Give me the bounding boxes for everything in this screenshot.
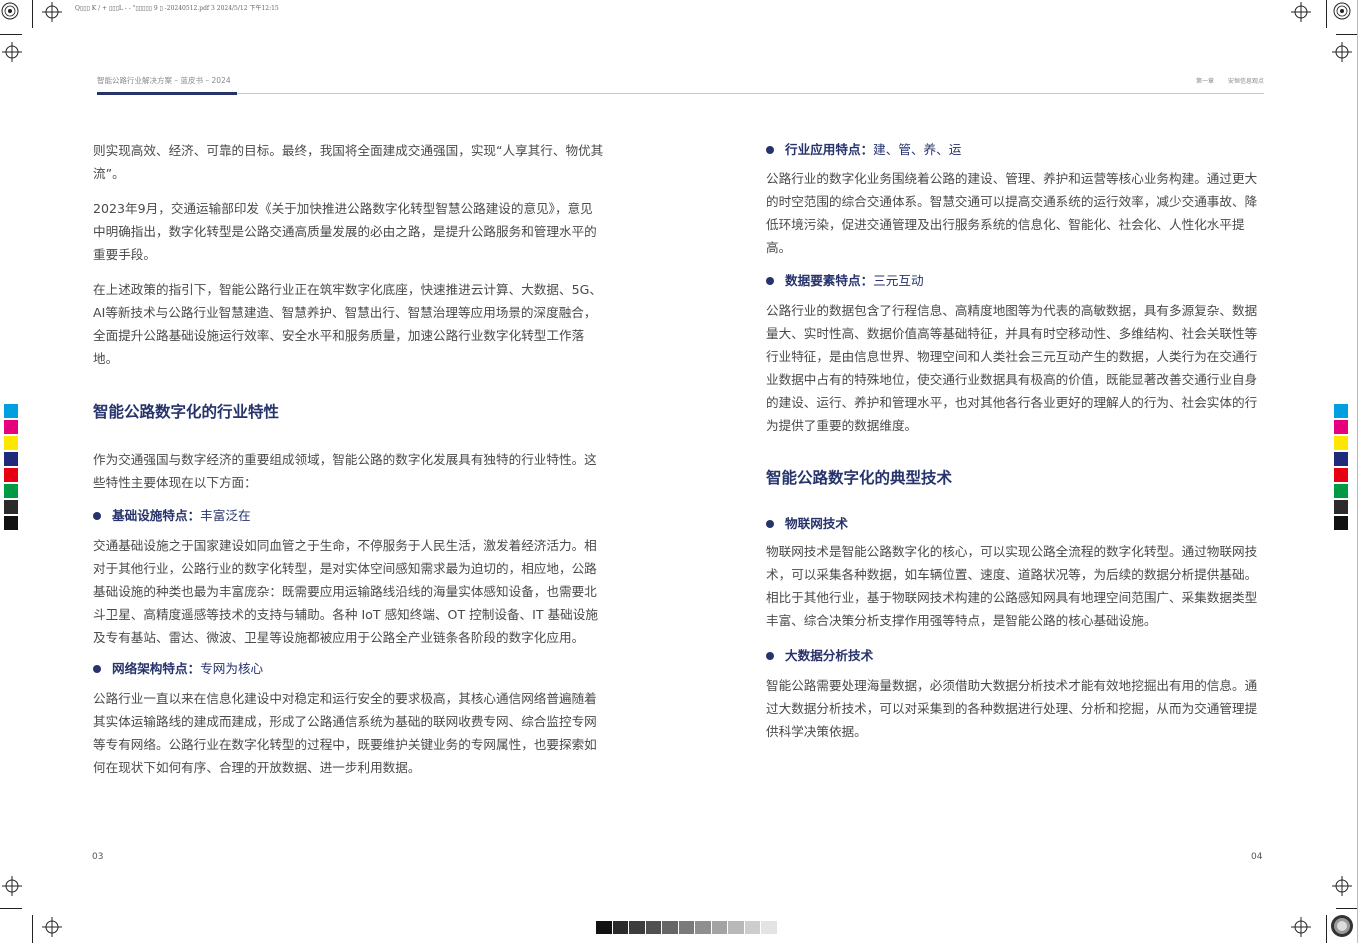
paragraph: 物联网技术是智能公路数字化的核心，可以实现公路全流程的数字化转型。通过物联网技术… bbox=[766, 544, 1258, 628]
bullet-key: 网络架构特点： bbox=[112, 661, 201, 676]
color-swatch bbox=[1334, 436, 1348, 450]
gray-swatch bbox=[596, 921, 612, 934]
color-swatch bbox=[1334, 484, 1348, 498]
bullet-dot-icon bbox=[766, 146, 774, 154]
paragraph: 交通基础设施之于国家建设如同血管之于生命，不停服务于人民生活，激发着经济活力。相… bbox=[93, 538, 598, 645]
registration-mark-icon bbox=[1, 2, 19, 20]
bullet-value: 建、管、养、运 bbox=[873, 142, 962, 157]
left-column: 则实现高效、经济、可靠的目标。最终，我国将全面建成交通强国，实现“人享其行、物优… bbox=[93, 139, 605, 789]
trim-mark bbox=[1336, 34, 1358, 35]
bullet-heading: 基础设施特点： 丰富泛在 bbox=[93, 506, 605, 526]
registration-mark-icon bbox=[1332, 42, 1352, 62]
color-swatch bbox=[4, 404, 18, 418]
running-header-left: 智能公路行业解决方案 – 蓝皮书 – 2024 bbox=[97, 76, 231, 85]
bullet-key: 基础设施特点： bbox=[112, 508, 201, 523]
registration-mark-icon bbox=[1291, 2, 1311, 22]
registration-mark-icon bbox=[1332, 876, 1352, 896]
trim-mark bbox=[32, 915, 33, 943]
gray-swatch bbox=[612, 921, 628, 934]
registration-mark-icon bbox=[42, 917, 62, 937]
trim-mark bbox=[0, 908, 22, 909]
header-rule bbox=[97, 93, 1264, 94]
gray-swatch bbox=[728, 921, 744, 934]
paragraph: 作为交通强国与数字经济的重要组成领域，智能公路的数字化发展具有独特的行业特性。这… bbox=[93, 452, 597, 490]
bullet-key: 物联网技术 bbox=[785, 516, 848, 531]
trim-mark bbox=[0, 34, 22, 35]
trim-mark bbox=[1336, 908, 1358, 909]
trim-mark bbox=[1326, 0, 1327, 28]
header-accent-bar bbox=[97, 92, 237, 95]
color-swatch bbox=[4, 516, 18, 530]
gray-swatch bbox=[744, 921, 760, 934]
color-swatch bbox=[1334, 516, 1348, 530]
bullet-heading: 大数据分析技术 bbox=[766, 646, 1266, 666]
gray-swatch bbox=[695, 921, 711, 934]
color-swatch bbox=[1334, 452, 1348, 466]
page-number-right: 04 bbox=[1251, 852, 1263, 862]
slug-line: Q▯▯▯ K / + ▯▯▯L - - "▯▯▯▯▯ 9 ▯ -20240512… bbox=[75, 5, 279, 12]
bullet-key: 数据要素特点： bbox=[785, 273, 874, 288]
bullet-key: 行业应用特点： bbox=[785, 142, 874, 157]
bullet-heading: 行业应用特点： 建、管、养、运 bbox=[766, 140, 1266, 160]
paragraph: 在上述政策的指引下，智能公路行业正在筑牢数字化底座，快速推进云计算、大数据、5G… bbox=[93, 282, 602, 366]
color-swatch bbox=[4, 452, 18, 466]
trim-mark bbox=[32, 0, 33, 28]
bullet-dot-icon bbox=[93, 512, 101, 520]
paragraph: 2023年9月，交通运输部印发《关于加快推进公路数字化转型智慧公路建设的意见》，… bbox=[93, 201, 597, 262]
gray-swatch bbox=[761, 921, 777, 934]
registration-mark-icon bbox=[1331, 915, 1353, 937]
gray-scale-bar bbox=[596, 921, 778, 934]
bullet-dot-icon bbox=[93, 665, 101, 673]
registration-mark-icon bbox=[1291, 917, 1311, 937]
paragraph: 公路行业的数据包含了行程信息、高精度地图等为代表的高敏数据，具有多源复杂、数据量… bbox=[766, 303, 1258, 433]
registration-mark-icon bbox=[42, 2, 62, 22]
color-swatch bbox=[4, 420, 18, 434]
paragraph: 智能公路需要处理海量数据，必须借助大数据分析技术才能有效地挖掘出有用的信息。通过… bbox=[766, 678, 1258, 739]
color-swatch bbox=[4, 484, 18, 498]
bullet-key: 大数据分析技术 bbox=[785, 648, 874, 663]
color-bar-right bbox=[1334, 404, 1348, 532]
paragraph: 公路行业一直以来在信息化建设中对稳定和运行安全的要求极高，其核心通信网络普遍随着… bbox=[93, 691, 597, 775]
bullet-value: 三元互动 bbox=[873, 273, 924, 288]
registration-mark-icon bbox=[1333, 2, 1351, 20]
page-number-left: 03 bbox=[92, 852, 104, 862]
bullet-dot-icon bbox=[766, 277, 774, 285]
registration-mark-icon bbox=[2, 876, 22, 896]
color-swatch bbox=[4, 436, 18, 450]
running-header-right: 第一章 安恒信息观点 bbox=[1184, 76, 1264, 85]
color-swatch bbox=[1334, 404, 1348, 418]
color-bar-left bbox=[4, 404, 18, 532]
section-heading: 智能公路数字化的典型技术 bbox=[766, 469, 953, 487]
section-heading: 智能公路数字化的行业特性 bbox=[93, 403, 280, 421]
gray-swatch bbox=[662, 921, 678, 934]
paragraph: 则实现高效、经济、可靠的目标。最终，我国将全面建成交通强国，实现“人享其行、物优… bbox=[93, 143, 604, 181]
bullet-value: 专网为核心 bbox=[200, 661, 264, 676]
color-swatch bbox=[4, 468, 18, 482]
gray-swatch bbox=[645, 921, 661, 934]
chapter-title: 安恒信息观点 bbox=[1227, 78, 1264, 85]
bullet-value: 丰富泛在 bbox=[200, 508, 251, 523]
color-swatch bbox=[1334, 500, 1348, 514]
chapter-label: 第一章 bbox=[1196, 78, 1215, 85]
color-swatch bbox=[4, 500, 18, 514]
trim-mark bbox=[1326, 915, 1327, 943]
gray-swatch bbox=[711, 921, 727, 934]
bullet-heading: 数据要素特点： 三元互动 bbox=[766, 271, 1266, 291]
gray-swatch bbox=[629, 921, 645, 934]
gray-swatch bbox=[678, 921, 694, 934]
right-column: 行业应用特点： 建、管、养、运 公路行业的数字化业务围绕着公路的建设、管理、养护… bbox=[766, 140, 1266, 753]
bullet-dot-icon bbox=[766, 520, 774, 528]
color-swatch bbox=[1334, 468, 1348, 482]
registration-mark-icon bbox=[2, 42, 22, 62]
bullet-dot-icon bbox=[766, 652, 774, 660]
bullet-heading: 物联网技术 bbox=[766, 514, 1266, 534]
paragraph: 公路行业的数字化业务围绕着公路的建设、管理、养护和运营等核心业务构建。通过更大的… bbox=[766, 171, 1258, 255]
bullet-heading: 网络架构特点： 专网为核心 bbox=[93, 659, 605, 679]
color-swatch bbox=[1334, 420, 1348, 434]
